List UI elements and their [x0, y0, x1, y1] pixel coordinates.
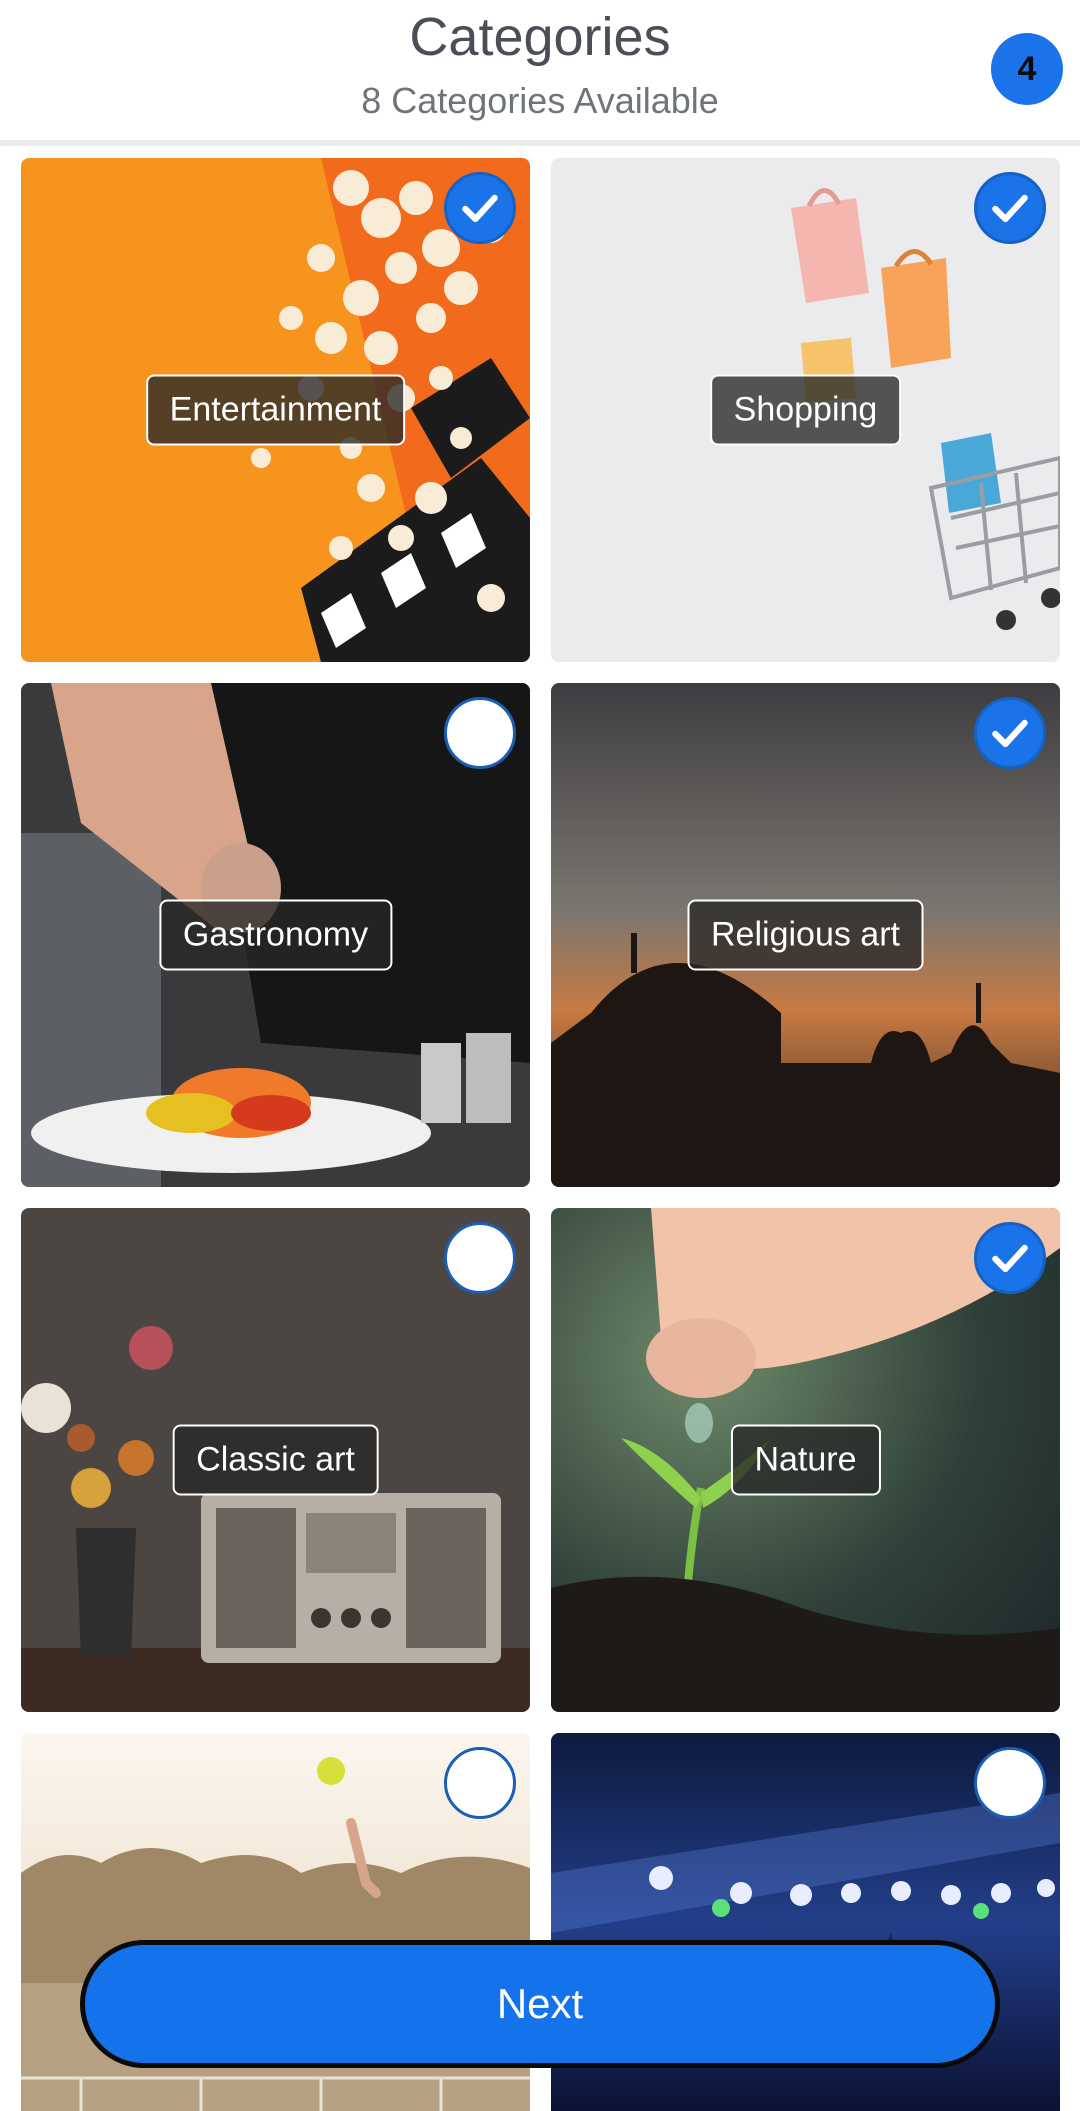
next-button[interactable]: Next — [80, 1940, 1000, 2068]
page-title: Categories — [409, 7, 671, 67]
selected-count-badge: 4 — [991, 33, 1063, 105]
checkbox-unchecked[interactable] — [444, 697, 516, 769]
category-tile-nature[interactable]: Nature — [551, 1208, 1060, 1712]
category-tile-gastronomy[interactable]: Gastronomy — [21, 683, 530, 1187]
checkbox-unchecked[interactable] — [974, 1747, 1046, 1819]
page-subtitle: 8 Categories Available — [361, 80, 719, 121]
category-label: Classic art — [172, 1424, 379, 1496]
check-icon — [992, 719, 1028, 748]
category-label: Nature — [730, 1424, 881, 1496]
checkbox-checked[interactable] — [444, 172, 516, 244]
checkbox-checked[interactable] — [974, 172, 1046, 244]
checkbox-checked[interactable] — [974, 1222, 1046, 1294]
category-label: Religious art — [687, 899, 924, 971]
app-header: Categories 8 Categories Available 4 — [0, 0, 1080, 140]
checkbox-unchecked[interactable] — [444, 1747, 516, 1819]
category-label: Gastronomy — [158, 899, 393, 971]
category-tile-religious-art[interactable]: Religious art — [551, 683, 1060, 1187]
category-tile-shopping[interactable]: Shopping — [551, 158, 1060, 662]
checkbox-unchecked[interactable] — [444, 1222, 516, 1294]
category-label: Entertainment — [145, 374, 406, 446]
check-icon — [992, 1244, 1028, 1273]
check-icon — [462, 194, 498, 223]
check-icon — [992, 194, 1028, 223]
category-tile-entertainment[interactable]: Entertainment — [21, 158, 530, 662]
category-tile-classic-art[interactable]: Classic art — [21, 1208, 530, 1712]
checkbox-checked[interactable] — [974, 697, 1046, 769]
category-label: Shopping — [709, 374, 902, 446]
header-divider — [0, 140, 1080, 146]
